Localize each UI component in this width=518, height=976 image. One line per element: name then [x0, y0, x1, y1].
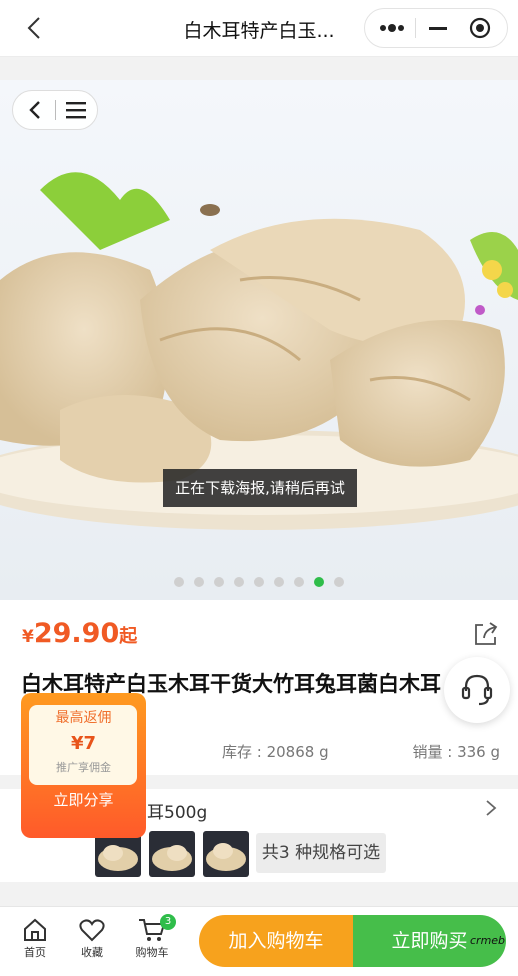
carousel-dot[interactable]: [314, 577, 324, 587]
carousel-dot[interactable]: [334, 577, 344, 587]
carousel-dot[interactable]: [254, 577, 264, 587]
toast-message: 正在下载海报,请稍后再试: [163, 469, 357, 507]
minimize-icon[interactable]: [427, 21, 449, 35]
tab-favorite[interactable]: 收藏: [70, 918, 114, 960]
carousel-dot[interactable]: [234, 577, 244, 587]
capsule-divider: [55, 100, 56, 120]
spec-thumbnail-image: [149, 831, 195, 877]
chevron-right-icon[interactable]: [484, 799, 498, 817]
heart-icon: [79, 919, 105, 942]
tab-favorite-label: 收藏: [81, 946, 103, 959]
white-fungus-photo: [0, 80, 518, 600]
price-suffix: 起: [119, 626, 138, 647]
price: ¥29.90起: [22, 618, 137, 649]
gallery-nav-capsule: [12, 90, 98, 130]
carousel-dot[interactable]: [294, 577, 304, 587]
product-image[interactable]: [0, 80, 518, 600]
more-dots-icon[interactable]: [379, 21, 405, 35]
carousel-dot[interactable]: [274, 577, 284, 587]
cart-badge: 3: [160, 914, 176, 930]
sales-count: 销量 : 336 g: [412, 743, 500, 761]
spec-thumbnail-image: [203, 831, 249, 877]
add-to-cart-button[interactable]: 加入购物车: [199, 915, 353, 967]
stock-count: 库存 : 20868 g: [222, 743, 329, 761]
commission-title: 最高返佣: [55, 710, 112, 726]
spec-count-button[interactable]: 共3 种规格可选: [256, 833, 386, 873]
share-icon[interactable]: [471, 619, 501, 649]
mini-program-capsule: [364, 8, 508, 48]
commission-subtitle: 推广享佣金: [56, 761, 111, 774]
carousel-dot[interactable]: [194, 577, 204, 587]
capsule-divider: [415, 18, 416, 38]
tab-home[interactable]: 首页: [13, 918, 57, 960]
customer-service-button[interactable]: [444, 657, 510, 723]
headset-icon: [461, 674, 493, 706]
top-nav-bar: 白木耳特产白玉...: [0, 0, 518, 57]
tab-home-label: 首页: [24, 946, 46, 959]
tab-cart-label: 购物车: [135, 946, 169, 959]
currency-symbol: ¥: [22, 627, 34, 647]
spec-thumbnail[interactable]: [149, 831, 195, 877]
spec-selected-name: 耳500g: [147, 803, 208, 823]
carousel-dot[interactable]: [174, 577, 184, 587]
share-now-button[interactable]: 立即分享: [21, 789, 146, 810]
close-target-icon[interactable]: [469, 17, 491, 39]
carousel-indicator: [0, 577, 518, 587]
watermark: crmeb: [470, 934, 506, 947]
home-icon: [24, 918, 46, 941]
commission-popup[interactable]: 最高返佣 ¥7 推广享佣金 立即分享: [21, 693, 146, 838]
commission-amount: ¥7: [70, 733, 97, 754]
back-icon[interactable]: [27, 100, 43, 120]
carousel-dot[interactable]: [214, 577, 224, 587]
price-value: 29.90: [33, 618, 120, 649]
spec-thumbnail[interactable]: [203, 831, 249, 877]
menu-icon[interactable]: [65, 101, 87, 119]
